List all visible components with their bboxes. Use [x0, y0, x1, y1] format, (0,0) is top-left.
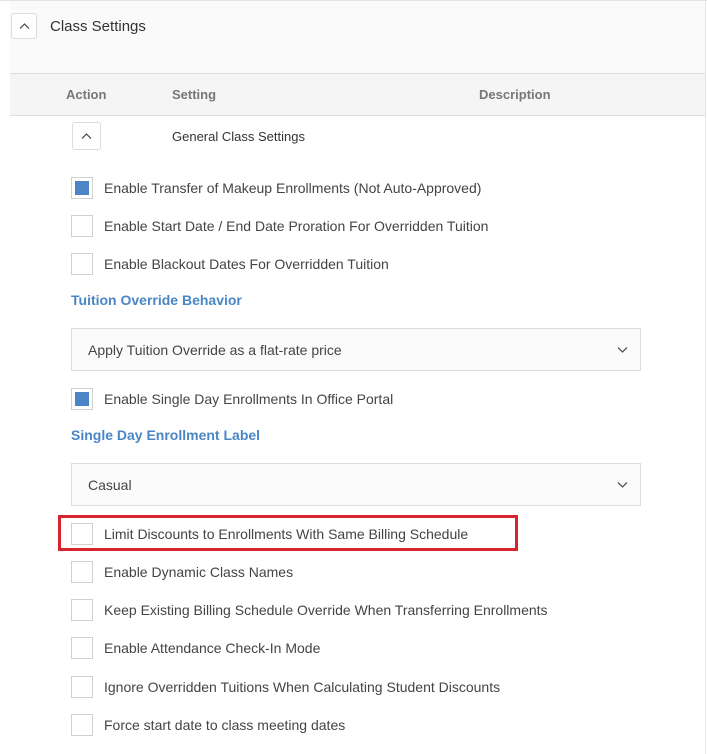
tuition-override-value: Apply Tuition Override as a flat-rate pr… [88, 342, 342, 358]
proration-label: Enable Start Date / End Date Proration F… [104, 218, 489, 234]
dynamic-names-checkbox[interactable] [71, 561, 93, 583]
chevron-down-icon [617, 482, 628, 488]
single-day-enrollment-label-select[interactable]: Casual [71, 463, 641, 506]
ignore-overridden-label: Ignore Overridden Tuitions When Calculat… [104, 679, 501, 695]
tuition-override-select[interactable]: Apply Tuition Override as a flat-rate pr… [71, 328, 641, 371]
dynamic-names-label: Enable Dynamic Class Names [104, 564, 294, 580]
column-header-description: Description [479, 87, 551, 102]
chevron-up-icon [81, 133, 92, 139]
highlight-box [58, 515, 518, 551]
blackout-checkbox[interactable] [71, 253, 93, 275]
table-column-header: Action Setting Description [10, 73, 705, 116]
proration-checkbox[interactable] [71, 215, 93, 237]
column-header-action: Action [66, 87, 107, 102]
collapse-class-settings-button[interactable] [11, 13, 37, 39]
single-day-enrollment-label-value: Casual [88, 477, 132, 493]
single-day-enrollment-label-heading: Single Day Enrollment Label [71, 427, 261, 443]
class-settings-header [10, 1, 705, 73]
force-start-label: Force start date to class meeting dates [104, 717, 346, 733]
makeup-transfer-label: Enable Transfer of Makeup Enrollments (N… [104, 180, 482, 196]
section-title: Class Settings [50, 18, 146, 35]
chevron-up-icon [19, 23, 30, 29]
keep-billing-checkbox[interactable] [71, 599, 93, 621]
attendance-checkbox[interactable] [71, 637, 93, 659]
collapse-general-settings-button[interactable] [72, 122, 101, 150]
ignore-overridden-checkbox[interactable] [71, 676, 93, 698]
tuition-override-label: Tuition Override Behavior [71, 292, 242, 308]
attendance-label: Enable Attendance Check-In Mode [104, 640, 321, 656]
force-start-checkbox[interactable] [71, 714, 93, 736]
group-title: General Class Settings [172, 129, 305, 144]
right-border [705, 0, 706, 754]
single-day-label: Enable Single Day Enrollments In Office … [104, 391, 394, 407]
single-day-checkbox[interactable] [71, 388, 93, 410]
keep-billing-label: Keep Existing Billing Schedule Override … [104, 602, 548, 618]
makeup-transfer-checkbox[interactable] [71, 177, 93, 199]
blackout-label: Enable Blackout Dates For Overridden Tui… [104, 256, 389, 272]
chevron-down-icon [617, 347, 628, 353]
column-header-setting: Setting [172, 87, 217, 102]
